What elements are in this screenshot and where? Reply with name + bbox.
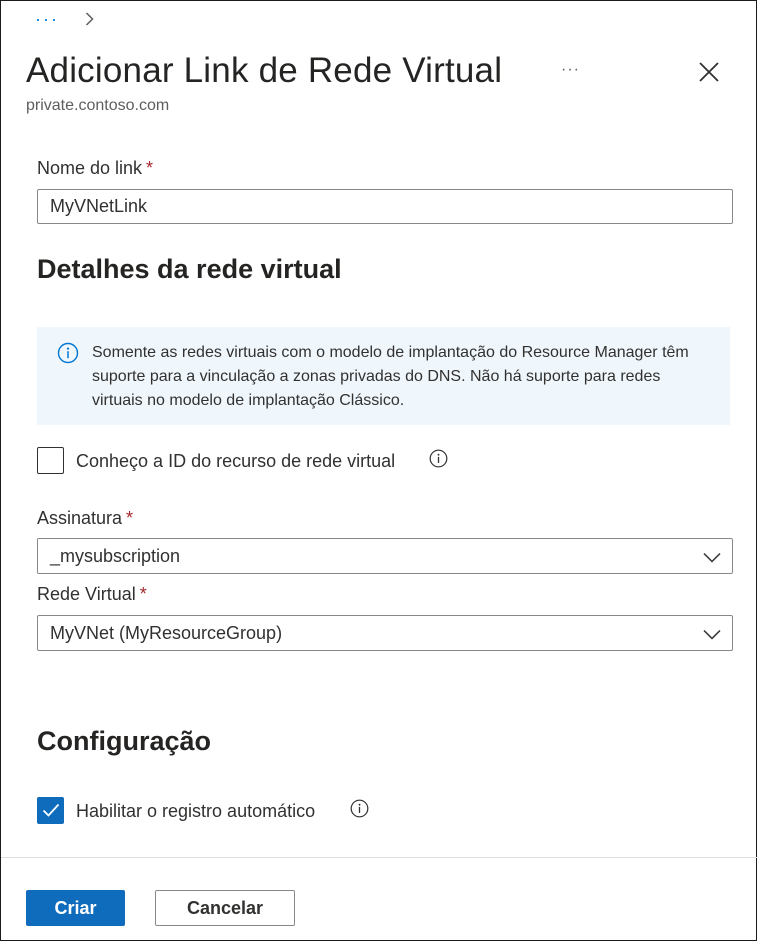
configuration-heading: Configuração <box>37 726 212 756</box>
auto-registration-label[interactable]: Habilitar o registro automático <box>76 801 315 822</box>
link-name-label: Nome do link * <box>37 158 153 179</box>
know-resource-id-label[interactable]: Conheço a ID do recurso de rede virtual <box>76 451 395 472</box>
subscription-selected-value: _mysubscription <box>50 546 181 566</box>
virtual-network-selected-value: MyVNet (MyResourceGroup) <box>50 623 283 643</box>
chevron-down-icon <box>703 550 721 568</box>
auto-registration-checkbox[interactable] <box>37 797 64 824</box>
cancel-button[interactable]: Cancelar <box>155 890 295 926</box>
info-icon[interactable] <box>350 799 369 823</box>
checkmark-icon <box>42 803 60 817</box>
chevron-right-icon <box>85 12 94 26</box>
footer-divider <box>1 857 757 858</box>
close-icon[interactable] <box>698 61 720 83</box>
info-icon[interactable] <box>429 449 448 473</box>
virtual-network-dropdown[interactable]: MyVNet (MyResourceGroup) <box>37 615 733 651</box>
info-icon <box>57 342 79 369</box>
page-title: Adicionar Link de Rede Virtual <box>26 51 503 90</box>
link-name-label-text: Nome do link <box>37 158 143 178</box>
info-message-text: Somente as redes virtuais com o modelo d… <box>92 344 689 409</box>
breadcrumb-more-button[interactable]: ··· <box>35 9 59 29</box>
required-mark: * <box>126 508 134 528</box>
link-name-input[interactable] <box>37 189 733 224</box>
breadcrumb: ··· <box>35 9 94 29</box>
required-mark: * <box>146 158 154 178</box>
info-message-bar: Somente as redes virtuais com o modelo d… <box>37 327 730 425</box>
required-mark: * <box>139 584 147 604</box>
more-options-button[interactable]: ··· <box>561 61 580 79</box>
vnet-details-heading: Detalhes da rede virtual <box>37 254 342 284</box>
subscription-label-text: Assinatura <box>37 508 123 528</box>
subscription-label: Assinatura * <box>37 508 133 529</box>
virtual-network-label: Rede Virtual * <box>37 584 147 605</box>
page-subtitle: private.contoso.com <box>26 97 170 114</box>
virtual-network-label-text: Rede Virtual <box>37 584 136 604</box>
chevron-down-icon <box>703 627 721 645</box>
create-button[interactable]: Criar <box>26 890 125 926</box>
subscription-dropdown[interactable]: _mysubscription <box>37 538 733 574</box>
add-virtual-network-link-panel: ··· Adicionar Link de Rede Virtual ··· p… <box>0 0 757 941</box>
know-resource-id-checkbox[interactable] <box>37 447 64 474</box>
